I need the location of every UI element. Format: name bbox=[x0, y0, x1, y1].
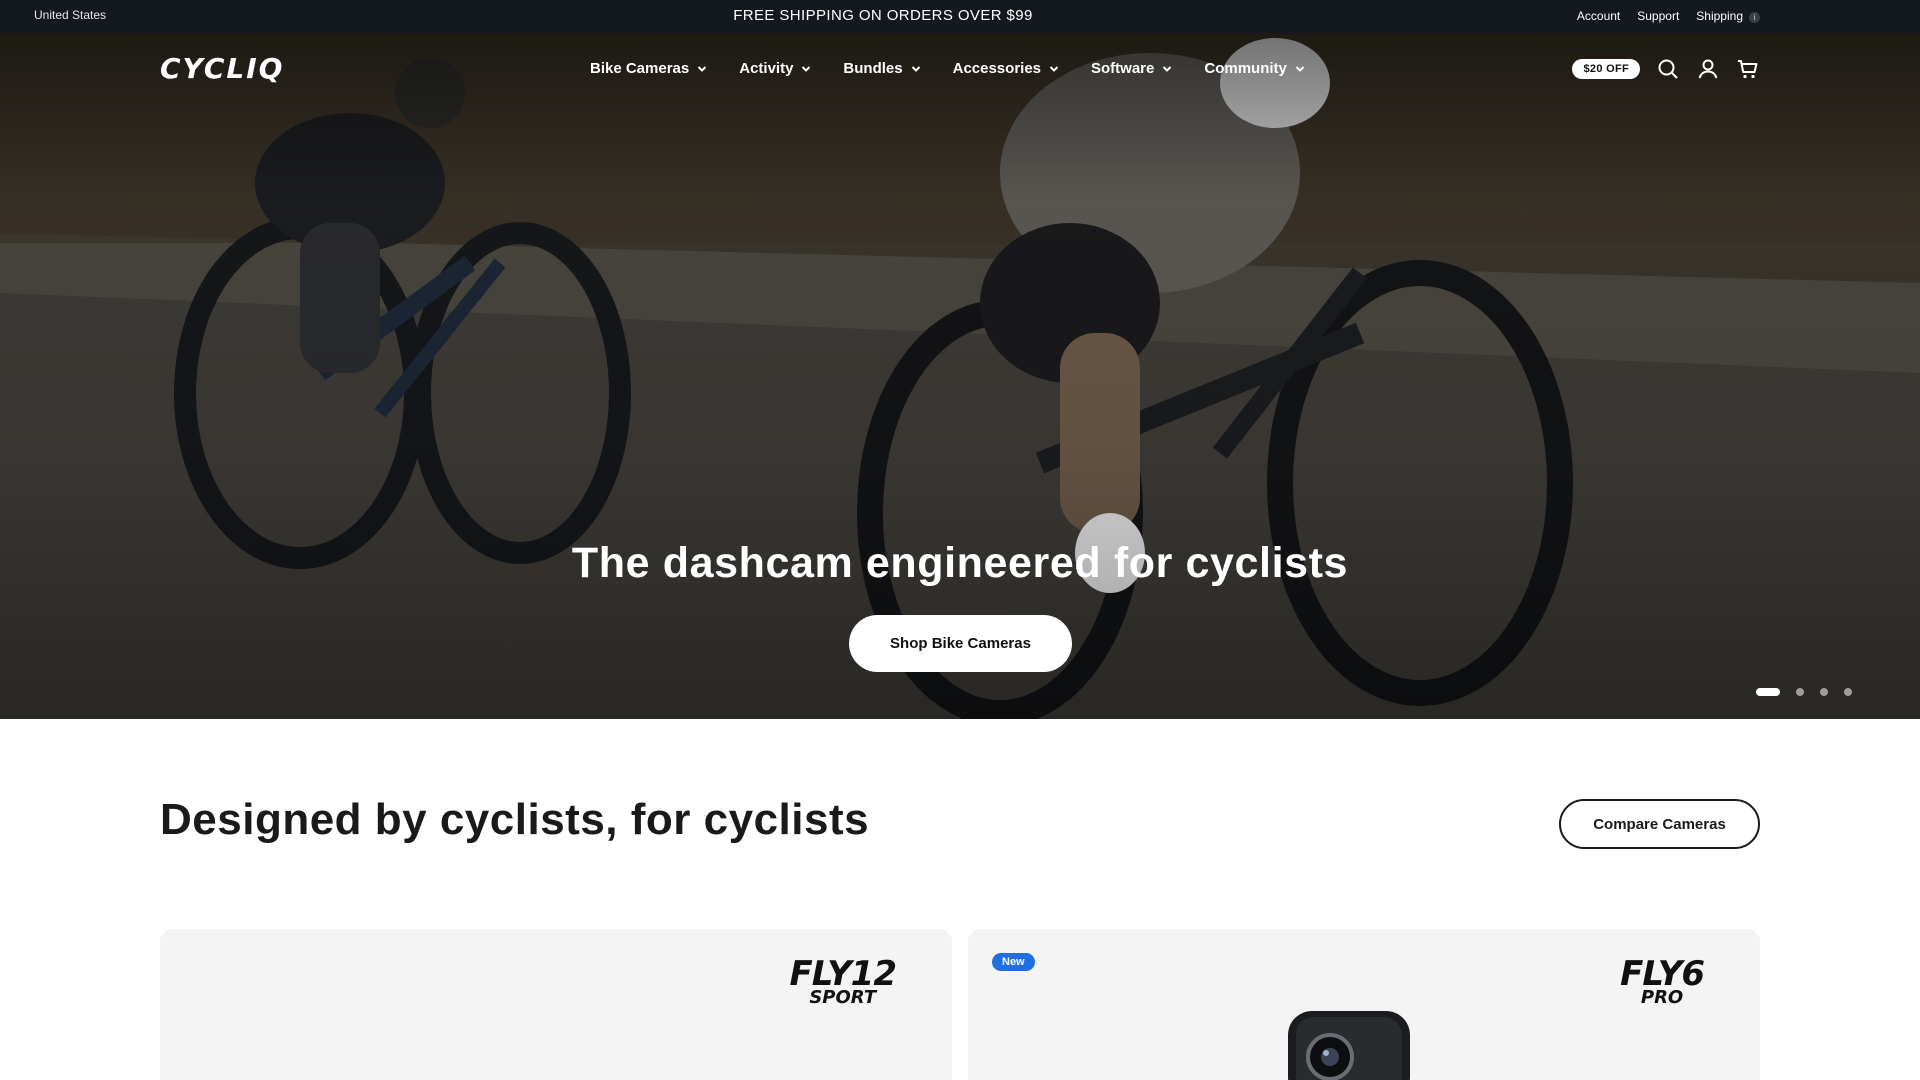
search-icon[interactable] bbox=[1656, 57, 1680, 81]
nav-software[interactable]: Software bbox=[1091, 60, 1172, 77]
nav-label: Activity bbox=[739, 60, 794, 77]
section-title: Designed by cyclists, for cyclists bbox=[160, 795, 870, 844]
info-icon: i bbox=[1749, 12, 1760, 23]
discount-badge[interactable]: $20 OFF bbox=[1572, 59, 1640, 79]
nav-label: Community bbox=[1204, 60, 1287, 77]
carousel-dot-3[interactable] bbox=[1820, 688, 1828, 696]
chevron-down-icon bbox=[1163, 65, 1172, 72]
chevron-down-icon bbox=[911, 65, 920, 72]
nav-community[interactable]: Community bbox=[1204, 60, 1305, 77]
fly6-pro-camera-image bbox=[1288, 1011, 1410, 1080]
support-link[interactable]: Support bbox=[1637, 9, 1679, 23]
account-icon[interactable] bbox=[1696, 57, 1720, 81]
new-badge: New bbox=[992, 953, 1035, 971]
shipping-link-label: Shipping bbox=[1696, 9, 1743, 23]
nav-bike-cameras[interactable]: Bike Cameras bbox=[590, 60, 707, 77]
chevron-down-icon bbox=[1295, 65, 1305, 72]
shipping-link[interactable]: Shipping i bbox=[1696, 9, 1760, 23]
product-logo: FLY6 PRO bbox=[1620, 954, 1705, 1007]
utility-links: Account Support Shipping i bbox=[1577, 9, 1760, 23]
carousel-pagination bbox=[1756, 688, 1852, 696]
nav-label: Bundles bbox=[843, 60, 903, 77]
nav-label: Software bbox=[1091, 60, 1155, 77]
product-card-fly6-pro[interactable]: New FLY6 PRO bbox=[968, 929, 1760, 1080]
compare-cameras-button[interactable]: Compare Cameras bbox=[1559, 799, 1760, 849]
carousel-dot-2[interactable] bbox=[1796, 688, 1804, 696]
nav-bundles[interactable]: Bundles bbox=[843, 60, 920, 77]
product-logo: FLY12 SPORT bbox=[789, 954, 897, 1007]
cycliq-logo[interactable]: CYCLIQ bbox=[160, 52, 284, 85]
nav-label: Bike Cameras bbox=[590, 60, 690, 77]
nav-label: Accessories bbox=[952, 60, 1042, 77]
announcement-bar: United States FREE SHIPPING ON ORDERS OV… bbox=[0, 0, 1920, 33]
chevron-down-icon bbox=[802, 65, 811, 72]
carousel-dot-1[interactable] bbox=[1756, 688, 1780, 696]
cart-icon[interactable] bbox=[1736, 57, 1760, 81]
hero-banner: The dashcam engineered for cyclists Shop… bbox=[0, 33, 1920, 719]
hero-title: The dashcam engineered for cyclists bbox=[571, 539, 1349, 587]
main-nav: Bike Cameras Activity Bundles Accessorie… bbox=[590, 60, 1305, 77]
nav-activity[interactable]: Activity bbox=[739, 60, 811, 77]
free-shipping-promo: FREE SHIPPING ON ORDERS OVER $99 bbox=[733, 7, 1033, 24]
product-brand-main: FLY12 bbox=[789, 954, 897, 994]
product-brand-main: FLY6 bbox=[1620, 954, 1705, 994]
chevron-down-icon bbox=[698, 65, 707, 72]
product-card-fly12-sport[interactable]: FLY12 SPORT bbox=[160, 929, 952, 1080]
nav-accessories[interactable]: Accessories bbox=[953, 60, 1059, 77]
header-actions: $20 OFF bbox=[1572, 57, 1760, 81]
carousel-dot-4[interactable] bbox=[1844, 688, 1852, 696]
account-link[interactable]: Account bbox=[1577, 9, 1620, 23]
shop-bike-cameras-button[interactable]: Shop Bike Cameras bbox=[849, 615, 1072, 672]
chevron-down-icon bbox=[1049, 65, 1059, 72]
